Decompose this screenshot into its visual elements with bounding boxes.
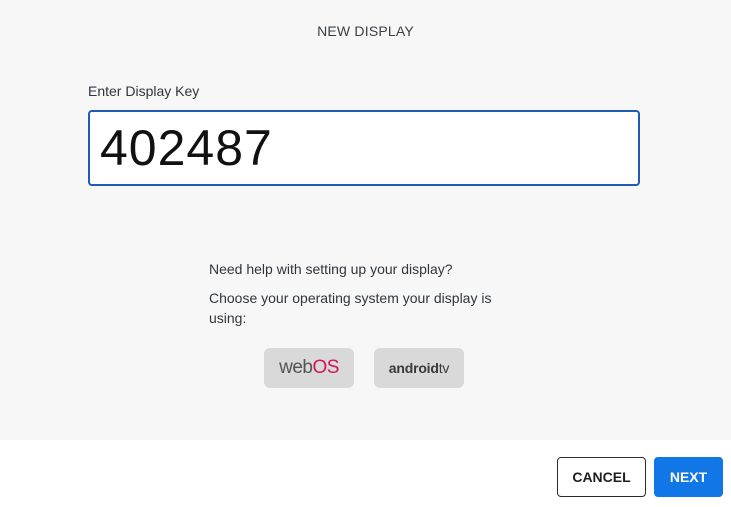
help-instruction: Choose your operating system your displa… bbox=[209, 290, 492, 326]
webos-button[interactable]: webOS bbox=[264, 348, 354, 388]
cancel-button[interactable]: CANCEL bbox=[557, 457, 646, 497]
dialog-title: NEW DISPLAY bbox=[317, 23, 414, 39]
display-key-input[interactable] bbox=[88, 110, 640, 186]
new-display-dialog: NEW DISPLAY Enter Display Key Need help … bbox=[0, 0, 731, 507]
display-key-label: Enter Display Key bbox=[88, 83, 200, 99]
dialog-footer: CANCEL NEXT bbox=[0, 440, 731, 507]
androidtv-button[interactable]: androidtv bbox=[374, 348, 464, 388]
next-button[interactable]: NEXT bbox=[654, 457, 723, 497]
dialog-body: NEW DISPLAY Enter Display Key Need help … bbox=[0, 0, 731, 440]
help-question: Need help with setting up your display? bbox=[209, 261, 453, 277]
webos-logo: webOS bbox=[279, 357, 339, 378]
androidtv-logo: androidtv bbox=[388, 360, 450, 376]
